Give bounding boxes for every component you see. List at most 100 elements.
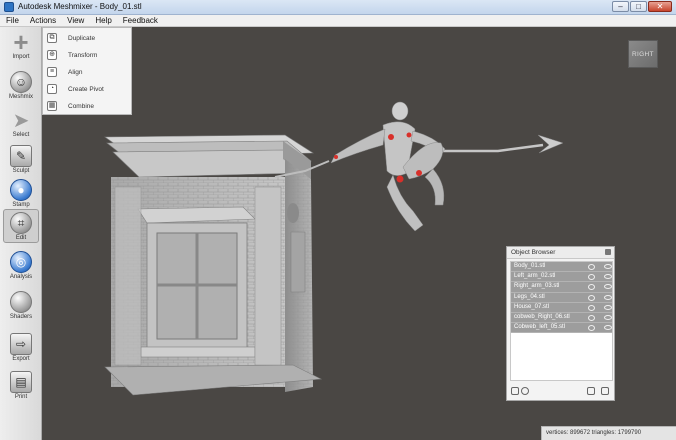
edit-label: Edit [15, 235, 27, 241]
eye-icon[interactable] [604, 294, 612, 300]
cube-icon[interactable] [511, 387, 519, 395]
lock-icon[interactable] [588, 325, 595, 332]
brush-icon: ✎ [10, 145, 32, 167]
object-row[interactable]: Right_arm_03.stl [511, 282, 612, 293]
lock-icon[interactable] [588, 314, 595, 321]
menu-file[interactable]: File [0, 15, 24, 26]
object-row[interactable]: House_07.stl [511, 302, 612, 313]
duplicate-label: Duplicate [68, 34, 96, 42]
transform-icon: ⊕ [47, 50, 57, 60]
lock-icon[interactable] [588, 284, 595, 291]
pivot-icon: ◔ [47, 84, 57, 94]
create-pivot-menu-item[interactable]: ◔ Create Pivot [47, 81, 131, 97]
lock-icon[interactable] [588, 274, 595, 281]
object-name: Left_arm_02.stl [514, 273, 556, 280]
minimize-button[interactable]: – [612, 1, 629, 12]
sculpt-label: Sculpt [12, 168, 30, 174]
shaders-button[interactable]: Shaders [3, 289, 39, 323]
shader-sphere-icon [10, 291, 32, 313]
combine-icon: ▦ [47, 101, 57, 111]
meshmix-label: Meshmix [8, 94, 33, 100]
window-controls: – □ ✕ [612, 1, 672, 12]
object-row[interactable]: cobweb_Right_06.stl [511, 312, 612, 324]
export-button[interactable]: ⇨ Export [3, 331, 39, 365]
character-model[interactable] [330, 101, 446, 232]
object-row[interactable]: Cobweb_left_05.stl [511, 323, 612, 334]
object-name: Cobweb_left_05.stl [514, 324, 566, 331]
status-bar: vertices: 899672 triangles: 1799790 [541, 426, 676, 440]
menu-bar: File Actions View Help Feedback [0, 15, 676, 27]
align-icon: ≡ [47, 67, 57, 77]
import-button[interactable]: + Import [3, 29, 39, 63]
eye-icon[interactable] [604, 304, 612, 310]
object-browser-footer [507, 383, 614, 400]
import-label: Import [12, 54, 30, 60]
panel-close-icon[interactable] [605, 249, 611, 255]
eye-icon[interactable] [604, 325, 612, 331]
stamp-button[interactable]: ● Stamp [3, 177, 39, 211]
object-row[interactable]: Left_arm_02.stl [511, 272, 612, 283]
title-bar: Autodesk Meshmixer - Body_01.stl – □ ✕ [0, 0, 676, 15]
meshmixer-app-icon [4, 2, 14, 12]
eye-icon[interactable] [604, 264, 612, 269]
analysis-icon: ◎ [10, 251, 32, 273]
trash-icon[interactable] [601, 387, 609, 395]
window-title: Autodesk Meshmixer - Body_01.stl [18, 2, 142, 11]
transform-label: Transform [68, 51, 98, 59]
duplicate-object-icon[interactable] [587, 387, 595, 395]
view-cube[interactable]: RIGHT [628, 40, 658, 68]
menu-actions[interactable]: Actions [24, 15, 61, 26]
create-pivot-label: Create Pivot [68, 85, 104, 93]
lock-icon[interactable] [588, 294, 595, 301]
object-name: cobweb_Right_06.stl [514, 313, 570, 320]
menu-feedback[interactable]: Feedback [117, 15, 163, 26]
object-name: Legs_04.stl [514, 293, 545, 300]
plus-icon: + [13, 27, 29, 57]
lock-icon[interactable] [588, 304, 595, 311]
view-cube-face-label: RIGHT [632, 51, 654, 58]
duplicate-menu-item[interactable]: ⧉ Duplicate [47, 30, 131, 46]
object-name: Right_arm_03.stl [514, 283, 560, 290]
select-label: Select [12, 132, 30, 138]
eye-icon[interactable] [604, 284, 612, 290]
edit-button[interactable]: ⌗ Edit [3, 209, 39, 243]
export-icon: ⇨ [10, 333, 32, 355]
align-label: Align [68, 68, 83, 76]
select-button[interactable]: ➤ Select [3, 107, 39, 141]
duplicate-icon: ⧉ [47, 33, 57, 43]
stamp-icon: ● [10, 179, 32, 201]
print-label: Print [14, 394, 28, 400]
export-label: Export [12, 356, 30, 362]
object-row[interactable]: Body_01.stl [511, 262, 612, 273]
edit-icon: ⌗ [10, 212, 32, 234]
transform-menu-item[interactable]: ⊕ Transform [47, 47, 131, 63]
analysis-button[interactable]: ◎ Analysis [3, 249, 39, 283]
meshmix-icon: ☺ [10, 71, 32, 93]
meshmix-button[interactable]: ☺ Meshmix [3, 69, 39, 103]
combine-menu-item[interactable]: ▦ Combine [47, 98, 131, 114]
sculpt-button[interactable]: ✎ Sculpt [3, 143, 39, 177]
shaders-label: Shaders [9, 314, 33, 320]
menu-help[interactable]: Help [89, 15, 116, 26]
menu-view[interactable]: View [61, 15, 89, 26]
lock-icon[interactable] [588, 264, 595, 270]
close-button[interactable]: ✕ [648, 1, 672, 12]
object-browser-title: Object Browser [511, 249, 556, 256]
align-menu-item[interactable]: ≡ Align [47, 64, 131, 80]
analysis-label: Analysis [9, 274, 33, 280]
eye-icon[interactable] [604, 314, 612, 320]
object-browser-header: Object Browser [507, 247, 614, 259]
select-arrow-icon: ➤ [12, 109, 30, 132]
print-button[interactable]: ▤ Print [3, 369, 39, 403]
left-toolbar: + Import ☺ Meshmix ➤ Select ✎ Sculpt ● S… [0, 27, 42, 440]
edit-submenu: ⧉ Duplicate ⊕ Transform ≡ Align ◔ Create… [42, 27, 132, 115]
eye-icon[interactable] [604, 274, 612, 280]
combine-label: Combine [68, 102, 95, 110]
stamp-label: Stamp [12, 202, 30, 208]
clock-icon[interactable] [521, 387, 529, 395]
object-name: House_07.stl [514, 303, 550, 310]
object-list: Body_01.stl Left_arm_02.stl Right_arm_03… [510, 261, 613, 381]
maximize-button[interactable]: □ [630, 1, 647, 12]
object-row[interactable]: Legs_04.stl [511, 292, 612, 303]
mesh-stats: vertices: 899672 triangles: 1799790 [546, 430, 642, 436]
